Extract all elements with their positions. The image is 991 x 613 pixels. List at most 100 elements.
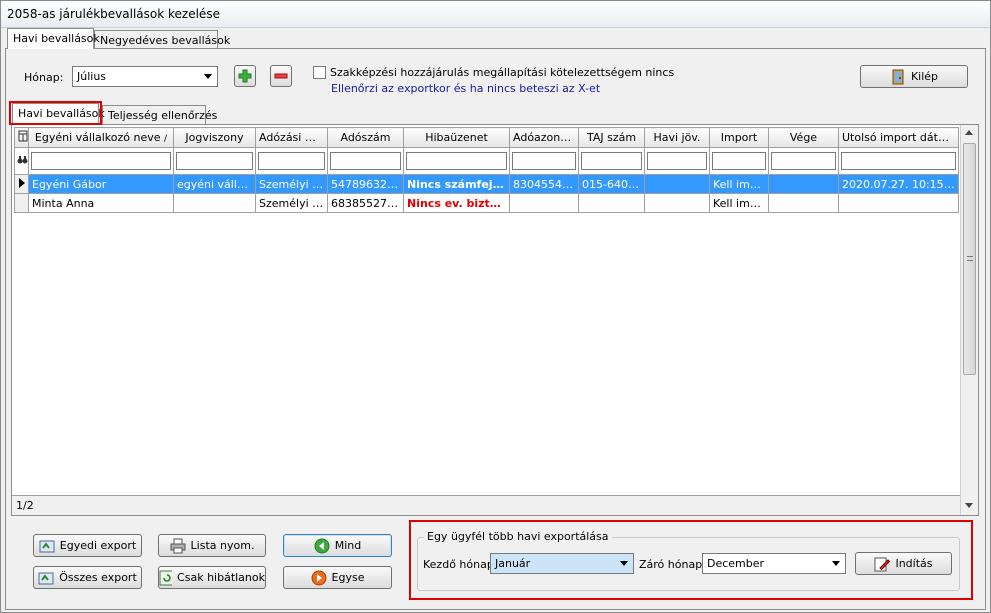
cell-taj[interactable] [578, 193, 645, 213]
filter-row [14, 147, 959, 175]
cell-adozasi-mod[interactable]: Személyi jövedelemadó [255, 193, 328, 213]
cell-vege[interactable] [768, 174, 839, 194]
scroll-down-icon[interactable] [965, 503, 973, 508]
button-label: Összes export [59, 571, 137, 584]
refresh-icon [159, 570, 173, 585]
exit-button[interactable]: Kilép [860, 65, 968, 88]
lista-nyom-button[interactable]: Lista nyom. [158, 534, 266, 557]
subtab-teljesseg-ellenorzes[interactable]: Teljesség ellenőrzés [102, 105, 217, 124]
binoculars-icon [17, 155, 28, 163]
checkbox-note: Ellenőrzi az exportkor és ha nincs betes… [331, 82, 601, 95]
column-header-hibauzenet[interactable]: Hibaüzenet [403, 127, 510, 148]
egyedi-export-button[interactable]: Egyedi export [33, 534, 142, 557]
grid-panel: Egyéni vállalkozó neve ∕ Jogviszony Adóz… [11, 124, 979, 516]
cell-taj[interactable]: 015-640-783 [578, 174, 645, 194]
inditas-button[interactable]: Indítás [855, 552, 952, 575]
cell-havi-jov[interactable] [644, 193, 710, 213]
vertical-scrollbar[interactable] [960, 125, 978, 515]
arrow-left-green-icon [314, 538, 330, 553]
main-window: 2058-as járulékbevallások kezelése Havi … [0, 0, 991, 613]
filter-vege[interactable] [768, 147, 839, 175]
plus-icon [238, 69, 252, 83]
add-button[interactable] [234, 65, 256, 87]
subtab-label: Teljesség ellenőrzés [108, 109, 218, 122]
scrollbar-thumb[interactable] [963, 143, 976, 375]
tab-negyedeves-bevallasok[interactable]: Negyedéves bevallások [94, 30, 230, 49]
csak-hibatlanok-button[interactable]: Csak hibátlanok [158, 566, 266, 589]
column-header-adozasi-mod[interactable]: Adózási mód [255, 127, 328, 148]
cell-jogviszony[interactable]: egyéni vállalkozó [173, 174, 256, 194]
end-month-select[interactable]: December [702, 553, 846, 574]
scroll-up-icon[interactable] [965, 130, 973, 135]
button-label: Lista nyom. [190, 539, 255, 552]
month-select[interactable]: Július [72, 66, 218, 87]
cell-name[interactable]: Egyéni Gábor [28, 174, 174, 194]
chevron-down-icon [832, 561, 840, 566]
record-navigator: 1/2 [12, 495, 960, 515]
declarations-table: Egyéni vállalkozó neve ∕ Jogviszony Adóz… [14, 127, 959, 213]
cell-adoszam[interactable]: 54789632-2-26 [327, 174, 404, 194]
end-month-value: December [707, 557, 765, 570]
cell-adoszam[interactable]: 68385527-1-41 [327, 193, 404, 213]
cell-import[interactable]: Kell import [709, 174, 769, 194]
egyse-button[interactable]: Egyse [283, 566, 392, 589]
window-title: 2058-as járulékbevallások kezelése [7, 7, 220, 21]
cell-hibauzenet[interactable]: Nincs számfejtve [403, 174, 510, 194]
column-header-havi-jov[interactable]: Havi jöv. [644, 127, 710, 148]
tab-havi-bevallasok[interactable]: Havi bevallások [7, 28, 100, 49]
exit-label: Kilép [910, 70, 939, 83]
column-header-name[interactable]: Egyéni vállalkozó neve ∕ [28, 127, 174, 148]
filter-hibauzenet[interactable] [403, 147, 510, 175]
filter-taj[interactable] [578, 147, 645, 175]
filter-import[interactable] [709, 147, 769, 175]
cell-vege[interactable] [768, 193, 839, 213]
cell-import[interactable]: Kell import [709, 193, 769, 213]
column-header-import[interactable]: Import [709, 127, 769, 148]
filter-utolso-import[interactable] [838, 147, 959, 175]
door-icon [892, 69, 904, 84]
cell-adozasi-mod[interactable]: Személyi jövedelemadó [255, 174, 328, 194]
osszes-export-button[interactable]: Összes export [33, 566, 142, 589]
column-header-utolso-import[interactable]: Utolsó import dátuma [838, 127, 959, 148]
column-header-adoazonosito[interactable]: Adóazonosító [509, 127, 579, 148]
filter-indicator [14, 147, 29, 175]
column-header-vege[interactable]: Vége [768, 127, 839, 148]
cell-hibauzenet[interactable]: Nincs ev. biztosítás [403, 193, 510, 213]
row-indicator [14, 193, 29, 213]
remove-button[interactable] [270, 65, 292, 87]
export-icon [39, 540, 55, 552]
cell-adoazonosito[interactable]: 8304554216 [509, 174, 579, 194]
highlight-frame-subtab [9, 101, 102, 125]
minus-icon [274, 73, 288, 79]
end-month-label: Záró hónap: [639, 558, 706, 571]
cell-adoazonosito[interactable] [509, 193, 579, 213]
cell-jogviszony[interactable] [173, 193, 256, 213]
thumb-grip-icon [967, 256, 973, 261]
filter-adoszam[interactable] [327, 147, 404, 175]
cell-utolso-import[interactable]: 2020.07.27. 10:15:23 [838, 174, 959, 194]
export-all-icon [38, 572, 54, 584]
table-row[interactable]: Minta Anna Személyi jövedelemadó 6838552… [14, 193, 959, 213]
column-header-taj[interactable]: TAJ szám [578, 127, 645, 148]
row-indicator [14, 174, 29, 194]
cell-utolso-import[interactable] [838, 193, 959, 213]
filter-adoazonosito[interactable] [509, 147, 579, 175]
start-month-select[interactable]: Január [490, 553, 634, 574]
column-header-adoszam[interactable]: Adószám [327, 127, 404, 148]
button-label: Indítás [895, 557, 933, 570]
column-chooser[interactable] [14, 127, 29, 148]
szakkepzesi-checkbox[interactable] [313, 66, 326, 79]
sort-asc-icon: ∕ [164, 134, 168, 144]
filter-adozasi-mod[interactable] [255, 147, 328, 175]
table-row[interactable]: Egyéni Gábor egyéni vállalkozó Személyi … [14, 174, 959, 194]
cell-name[interactable]: Minta Anna [28, 193, 174, 213]
mind-button[interactable]: Mind [283, 534, 392, 557]
filter-name[interactable] [28, 147, 174, 175]
button-label: Csak hibátlanok [177, 571, 265, 584]
column-header-jogviszony[interactable]: Jogviszony [173, 127, 256, 148]
group-title: Egy ügyfél több havi exportálása [424, 530, 612, 543]
filter-havi-jov[interactable] [644, 147, 710, 175]
cell-havi-jov[interactable] [644, 174, 710, 194]
filter-jogviszony[interactable] [173, 147, 256, 175]
printer-icon [170, 538, 186, 553]
